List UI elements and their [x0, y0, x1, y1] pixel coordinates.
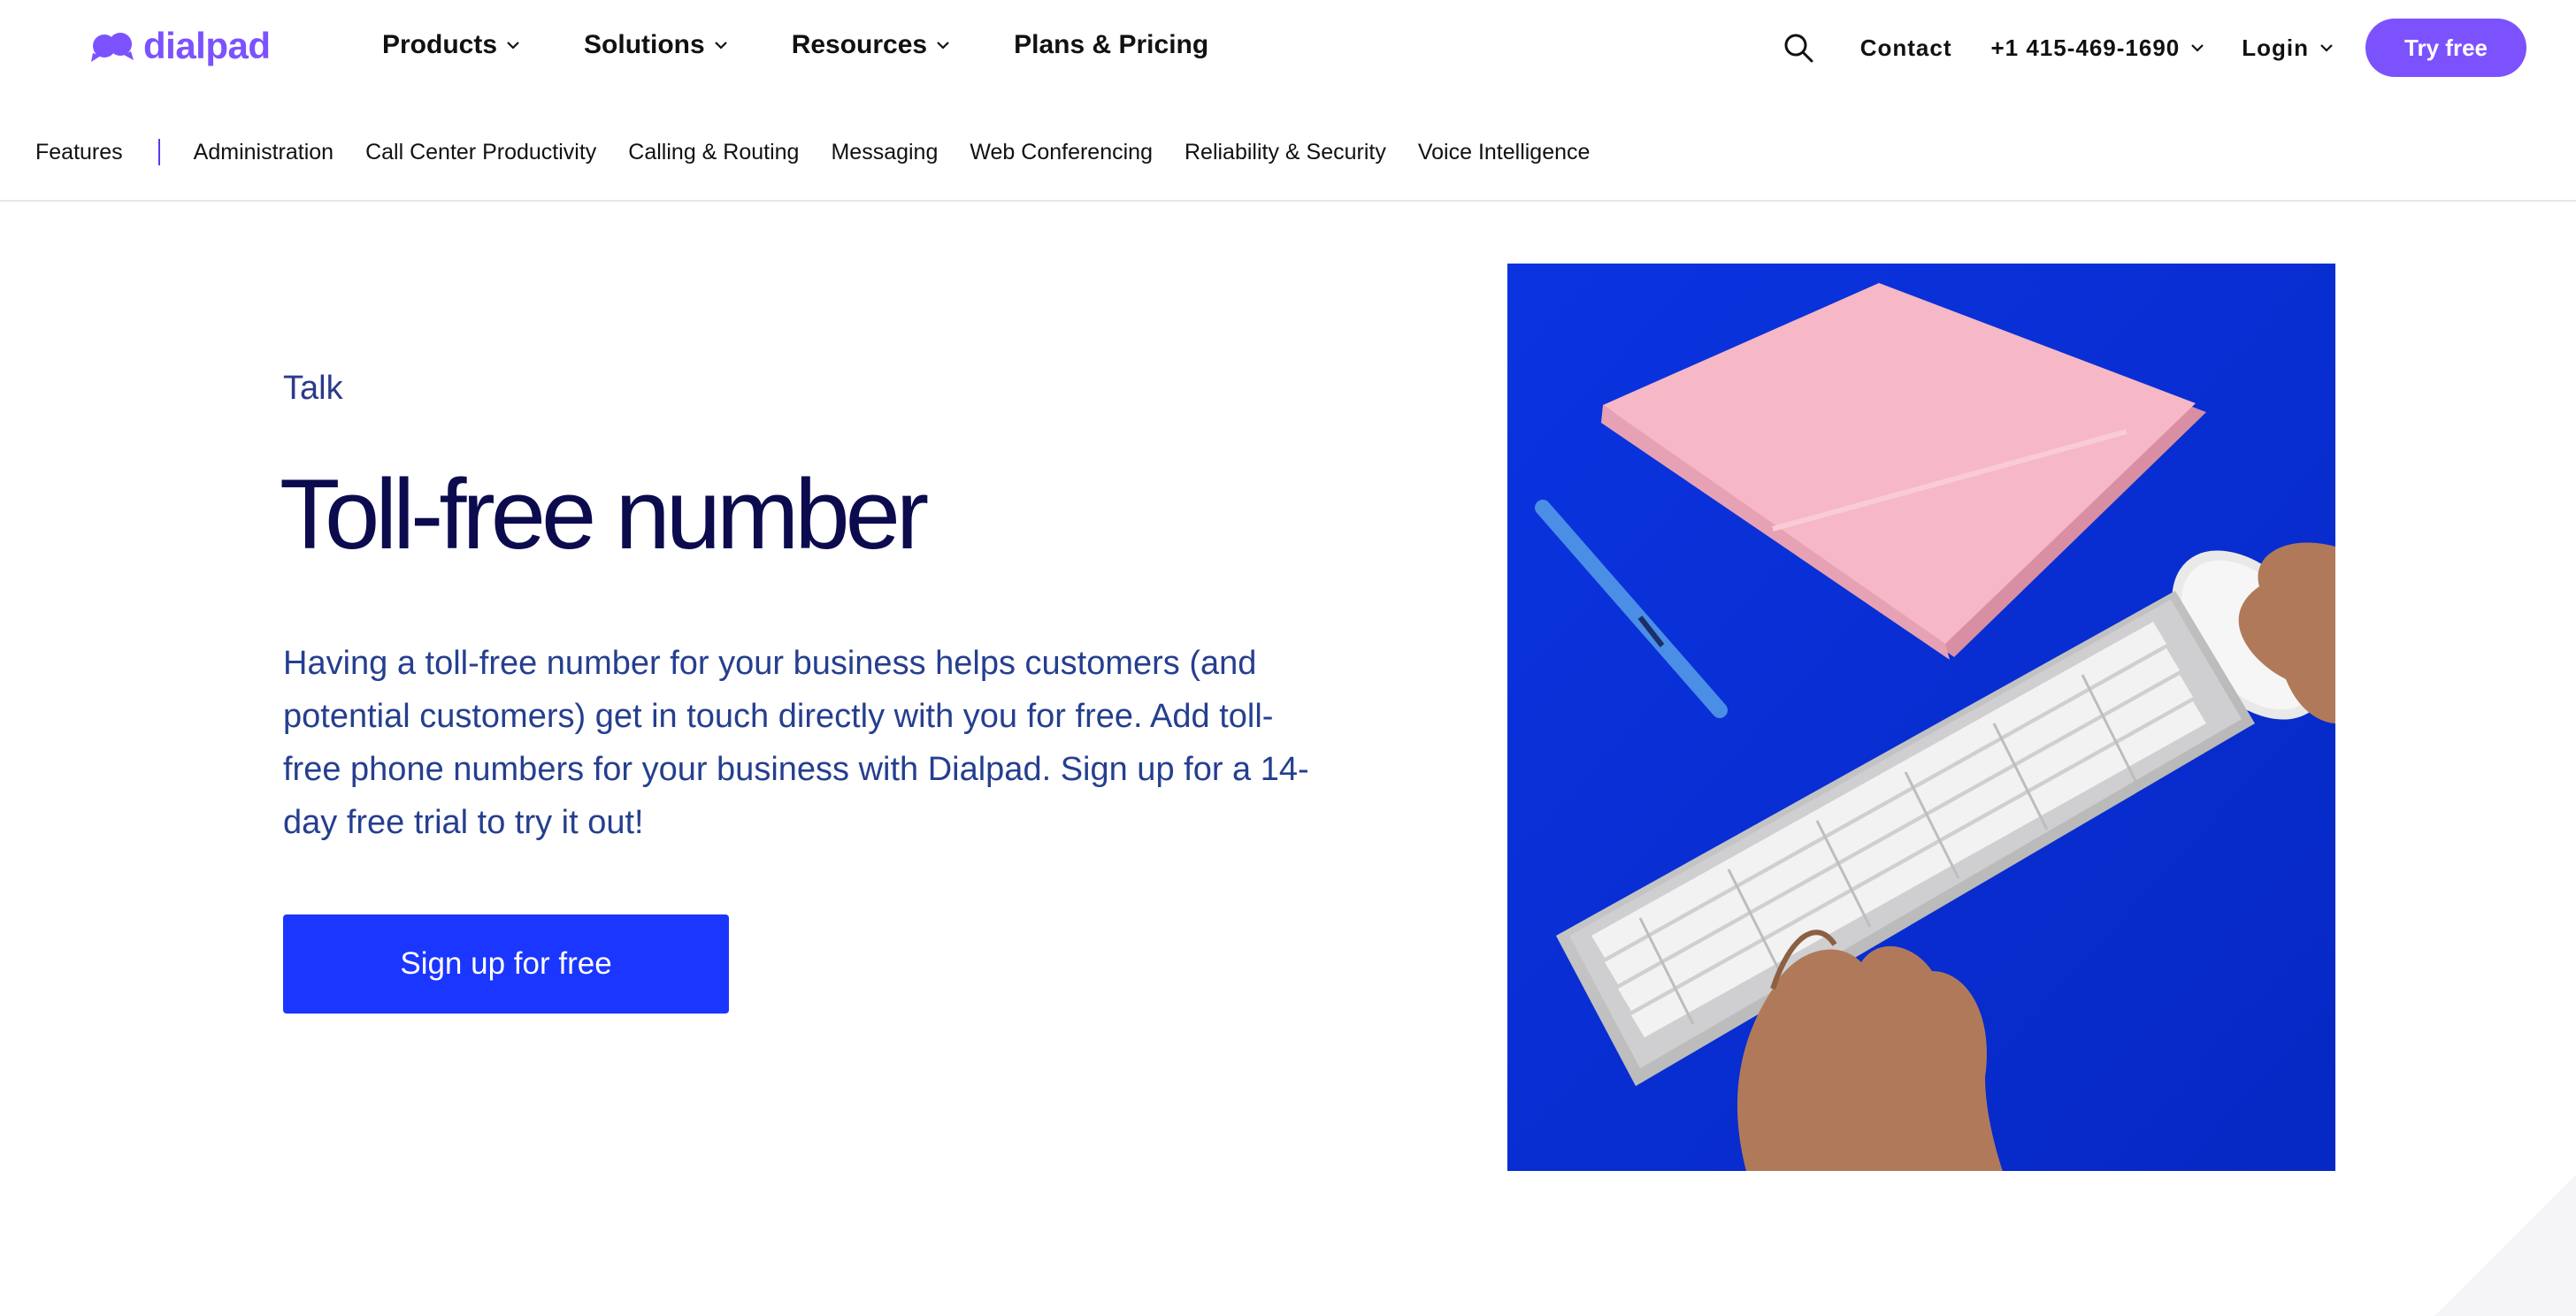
nav-plans-pricing[interactable]: Plans & Pricing [1014, 30, 1208, 60]
hero-image [1507, 264, 2335, 1171]
contact-link[interactable]: Contact [1860, 34, 1952, 62]
subnav-item-voice-intelligence[interactable]: Voice Intelligence [1418, 140, 1591, 165]
nav-solutions[interactable]: Solutions [584, 30, 728, 60]
subnav-item-calling-routing[interactable]: Calling & Routing [628, 140, 799, 165]
phone-number: +1 415-469-1690 [1990, 34, 2181, 61]
utility-nav: Contact +1 415-469-1690 Login Try free [1779, 18, 2526, 78]
login-dropdown[interactable]: Login [2242, 34, 2334, 62]
sign-up-button[interactable]: Sign up for free [283, 914, 729, 1014]
page: dialpad Products Solutions Resources Pla… [0, 0, 2576, 1316]
search-button[interactable] [1779, 28, 1818, 67]
top-navigation: dialpad Products Solutions Resources Pla… [0, 0, 2576, 96]
chevron-down-icon [507, 42, 519, 50]
phone-dropdown[interactable]: +1 415-469-1690 [1990, 34, 2204, 62]
corner-decoration [2434, 1174, 2576, 1316]
nav-solutions-label: Solutions [584, 30, 705, 59]
subnav-item-administration[interactable]: Administration [194, 140, 334, 165]
subnav-divider [157, 139, 160, 165]
login-label: Login [2242, 34, 2310, 61]
features-subnav: Features Administration Call Center Prod… [0, 124, 2576, 202]
nav-plans-pricing-label: Plans & Pricing [1014, 30, 1209, 59]
dialpad-logo[interactable]: dialpad [90, 25, 271, 67]
hero-illustration [1507, 264, 2335, 1171]
subnav-item-web-conferencing[interactable]: Web Conferencing [970, 140, 1153, 165]
main-nav: Products Solutions Resources Plans & Pri… [382, 30, 1208, 60]
subnav-item-call-center-productivity[interactable]: Call Center Productivity [365, 140, 596, 165]
hero-description: Having a toll-free number for your busin… [283, 645, 1309, 841]
page-title: Toll-free number [280, 459, 929, 570]
subnav-features[interactable]: Features [35, 140, 123, 165]
search-icon [1784, 34, 1813, 63]
subnav-item-messaging[interactable]: Messaging [831, 140, 938, 165]
chevron-down-icon [714, 42, 727, 50]
chevron-down-icon [2320, 44, 2333, 52]
dialpad-logo-icon [91, 33, 134, 62]
hero-eyebrow: Talk [283, 370, 343, 407]
nav-products-label: Products [382, 30, 498, 59]
features-subnav-row: Features Administration Call Center Prod… [35, 134, 1590, 170]
nav-resources-label: Resources [791, 30, 928, 59]
nav-products[interactable]: Products [382, 30, 520, 60]
chevron-down-icon [937, 42, 949, 50]
try-free-button[interactable]: Try free [2365, 19, 2526, 77]
nav-resources[interactable]: Resources [792, 30, 950, 60]
chevron-down-icon [2191, 44, 2204, 52]
subnav-item-reliability-security[interactable]: Reliability & Security [1184, 140, 1386, 165]
logo-text: dialpad [143, 25, 271, 66]
